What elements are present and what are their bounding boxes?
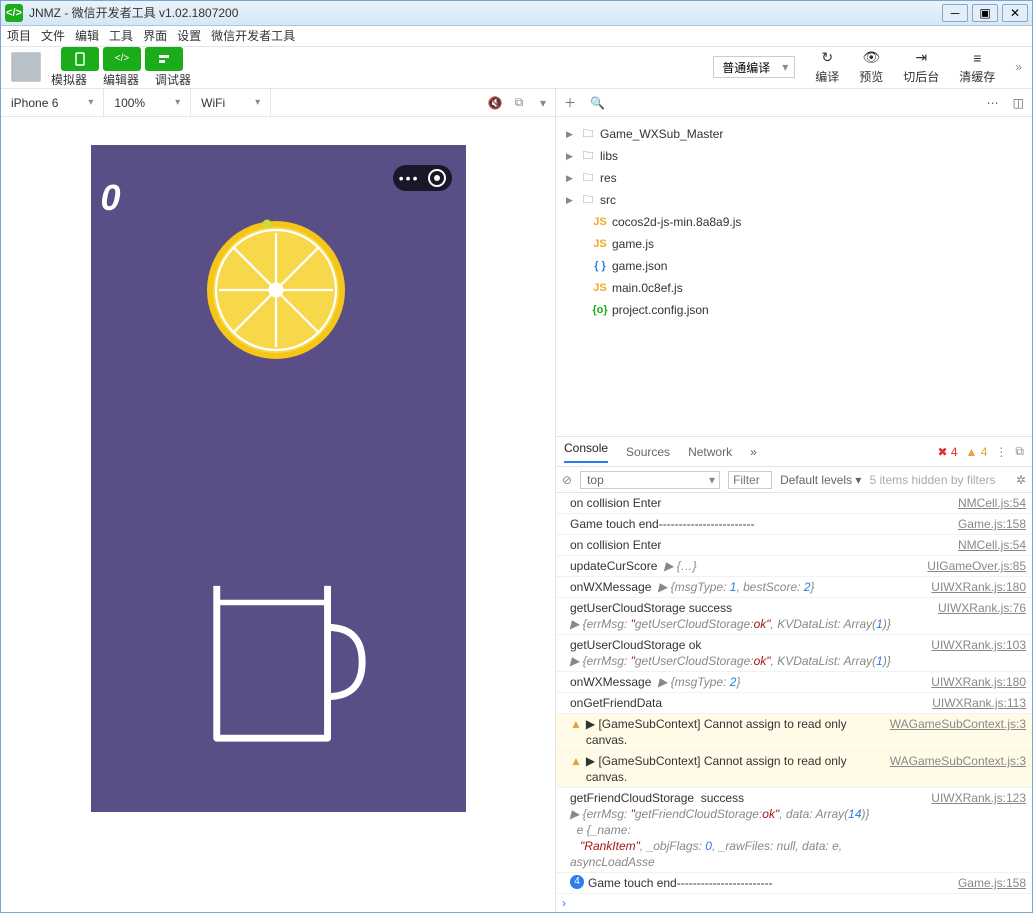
devtools-tabs: Console Sources Network » ✖ 4 ▲ 4 ⋮ ⧉	[556, 437, 1032, 467]
tab-network[interactable]: Network	[688, 445, 732, 459]
warn-count[interactable]: ▲ 4	[966, 445, 988, 459]
console-prompt[interactable]: ›	[556, 894, 1032, 912]
simulator-label: 模拟器	[51, 71, 87, 88]
close-button[interactable]: ✕	[1002, 4, 1028, 22]
folder-row[interactable]: ▶🗀Game_WXSub_Master	[562, 123, 1032, 145]
simulator-toggle[interactable]	[61, 47, 99, 71]
file-row[interactable]: JScocos2d-js-min.8a8a9.js	[562, 211, 1032, 233]
more-icon[interactable]: »	[1015, 60, 1022, 74]
console-row[interactable]: Game touch end------------------------Ga…	[556, 514, 1032, 535]
console-filter-bar: ⊘ top Default levels ▾ 5 items hidden by…	[556, 467, 1032, 493]
zoom-select[interactable]: 100%	[104, 89, 191, 116]
toolbar: </> 模拟器 编辑器 调试器 普通编译 ↻编译 👁预览 ⇥切后台 ≡清缓存 »	[1, 47, 1032, 89]
mute-icon[interactable]: 🔇	[483, 96, 507, 110]
more-tabs-icon[interactable]: »	[750, 445, 757, 459]
console-output[interactable]: on collision EnterNMCell.js:54Game touch…	[556, 493, 1032, 912]
settings-icon[interactable]: ⋮	[995, 445, 1007, 459]
simulator-bar: iPhone 6 100% WiFi 🔇 ⧉ ▾	[1, 89, 555, 117]
capsule-button[interactable]: •••	[393, 165, 452, 191]
menu-file[interactable]: 文件	[41, 27, 65, 44]
menu-settings[interactable]: 设置	[177, 27, 201, 44]
hidden-count: 5 items hidden by filters	[869, 473, 995, 487]
more-icon[interactable]: ⋯	[987, 96, 999, 110]
minimize-button[interactable]: ─	[942, 4, 968, 22]
console-row[interactable]: getUserCloudStorage ok▶ {errMsg: "getUse…	[556, 635, 1032, 672]
clear-console-icon[interactable]: ⊘	[562, 473, 572, 487]
console-row[interactable]: ▲▶ [GameSubContext] Cannot assign to rea…	[556, 714, 1032, 751]
network-select[interactable]: WiFi	[191, 89, 271, 116]
error-count[interactable]: ✖ 4	[937, 445, 957, 459]
window-title: JNMZ - 微信开发者工具 v1.02.1807200	[29, 4, 238, 21]
console-row[interactable]: on collision EnterNMCell.js:54	[556, 535, 1032, 556]
eye-icon: 👁	[861, 50, 881, 66]
device-select[interactable]: iPhone 6	[1, 89, 104, 116]
console-row[interactable]: 4Game touch end------------------------G…	[556, 873, 1032, 894]
lemon-sprite	[201, 215, 351, 365]
preview-button[interactable]: 👁预览	[859, 50, 883, 85]
clear-cache-button[interactable]: ≡清缓存	[959, 50, 995, 85]
folder-row[interactable]: ▶🗀libs	[562, 145, 1032, 167]
add-file-icon[interactable]: ＋	[564, 94, 576, 111]
title-bar: </> JNMZ - 微信开发者工具 v1.02.1807200 ─ ▣ ✕	[1, 1, 1032, 26]
menu-interface[interactable]: 界面	[143, 27, 167, 44]
editor-label: 编辑器	[103, 71, 139, 88]
split-icon[interactable]: ◫	[1013, 96, 1024, 110]
user-avatar[interactable]	[11, 52, 41, 82]
folder-row[interactable]: ▶🗀res	[562, 167, 1032, 189]
detach-icon[interactable]: ⧉	[507, 95, 531, 110]
menu-devtool[interactable]: 微信开发者工具	[211, 27, 295, 44]
close-circle-icon	[428, 169, 446, 187]
file-explorer-bar: ＋ 🔍 ⋯ ◫	[556, 89, 1032, 117]
file-row[interactable]: JSmain.0c8ef.js	[562, 277, 1032, 299]
console-row[interactable]: on collision EnterNMCell.js:54	[556, 493, 1032, 514]
layers-icon: ≡	[967, 50, 987, 66]
file-tree[interactable]: ▶🗀Game_WXSub_Master▶🗀libs▶🗀res▶🗀srcJScoc…	[556, 117, 1032, 437]
console-row[interactable]: onWXMessage ▶ {msgType: 2}UIWXRank.js:18…	[556, 672, 1032, 693]
levels-select[interactable]: Default levels ▾	[780, 473, 861, 487]
chevron-down-icon[interactable]: ▾	[531, 96, 555, 110]
gear-icon[interactable]: ✲	[1016, 473, 1026, 487]
cup-sprite	[201, 572, 371, 752]
console-row[interactable]: onGetFriendDataUIWXRank.js:113	[556, 693, 1032, 714]
console-row[interactable]: getFriendCloudStorage success▶ {errMsg: …	[556, 788, 1032, 873]
tab-console[interactable]: Console	[564, 441, 608, 463]
maximize-button[interactable]: ▣	[972, 4, 998, 22]
console-row[interactable]: ▲▶ [GameSubContext] Cannot assign to rea…	[556, 751, 1032, 788]
file-row[interactable]: { }game.json	[562, 255, 1032, 277]
search-icon[interactable]: 🔍	[590, 96, 605, 110]
context-select[interactable]: top	[580, 471, 720, 489]
console-row[interactable]: onWXMessage ▶ {msgType: 1, bestScore: 2}…	[556, 577, 1032, 598]
debugger-toggle[interactable]	[145, 47, 183, 71]
debugger-label: 调试器	[155, 71, 191, 88]
simulator-area: 0 •••	[1, 117, 555, 912]
menu-dots-icon: •••	[399, 170, 420, 186]
game-canvas[interactable]: 0 •••	[91, 145, 466, 812]
compile-button[interactable]: ↻编译	[815, 50, 839, 85]
tab-sources[interactable]: Sources	[626, 445, 670, 459]
filter-input[interactable]	[728, 471, 772, 489]
dock-icon[interactable]: ⧉	[1015, 444, 1024, 459]
exit-icon: ⇥	[911, 50, 931, 66]
menu-project[interactable]: 项目	[7, 27, 31, 44]
background-button[interactable]: ⇥切后台	[903, 50, 939, 85]
menu-bar: 项目 文件 编辑 工具 界面 设置 微信开发者工具	[1, 26, 1032, 47]
folder-row[interactable]: ▶🗀src	[562, 189, 1032, 211]
app-logo: </>	[5, 4, 23, 22]
console-row[interactable]: updateCurScore ▶ {…}UIGameOver.js:85	[556, 556, 1032, 577]
menu-edit[interactable]: 编辑	[75, 27, 99, 44]
refresh-icon: ↻	[817, 50, 837, 66]
compile-mode-select[interactable]: 普通编译	[713, 56, 795, 78]
file-row[interactable]: JSgame.js	[562, 233, 1032, 255]
console-row[interactable]: getUserCloudStorage success▶ {errMsg: "g…	[556, 598, 1032, 635]
menu-tool[interactable]: 工具	[109, 27, 133, 44]
editor-toggle[interactable]: </>	[103, 47, 141, 71]
score-text: 0	[101, 177, 121, 219]
file-row[interactable]: {o}project.config.json	[562, 299, 1032, 321]
